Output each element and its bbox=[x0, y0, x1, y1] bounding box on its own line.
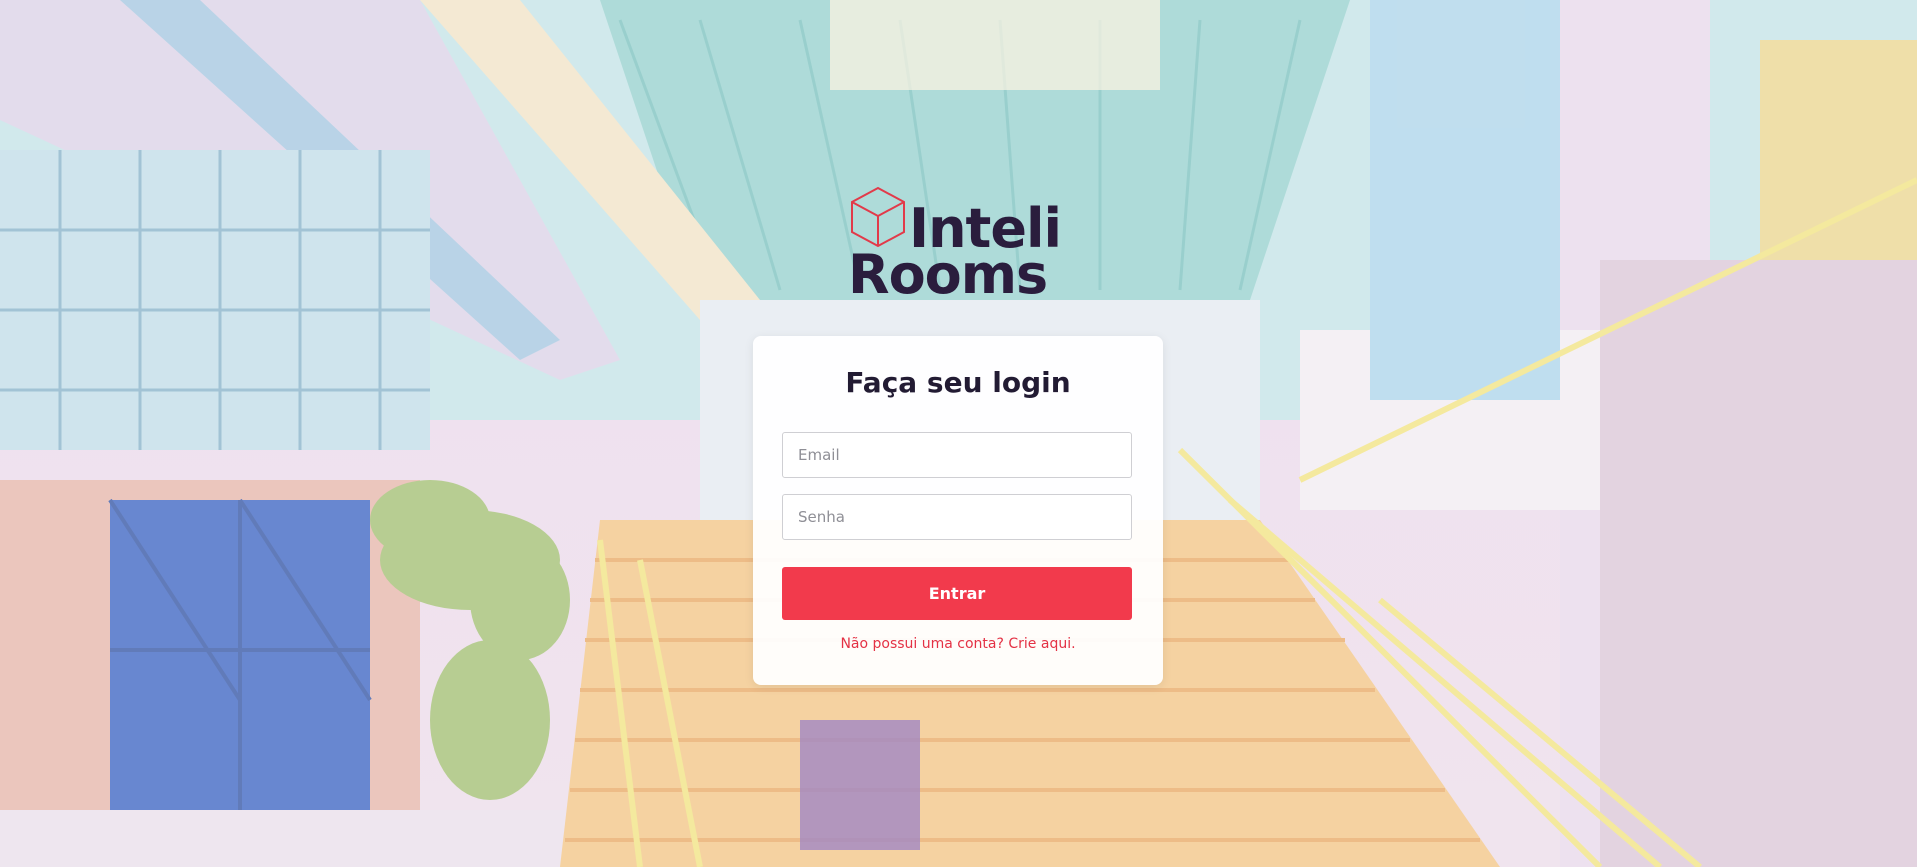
email-input[interactable] bbox=[782, 432, 1132, 478]
password-input[interactable] bbox=[782, 494, 1132, 540]
login-submit-button[interactable]: Entrar bbox=[782, 567, 1132, 620]
login-card: Faça seu login Entrar Não possui uma con… bbox=[753, 336, 1163, 685]
brand-name-line2: Rooms bbox=[848, 243, 1048, 306]
brand-logo: Inteli Rooms bbox=[848, 186, 1078, 306]
signup-link[interactable]: Não possui uma conta? Crie aqui. bbox=[753, 636, 1163, 652]
login-title: Faça seu login bbox=[845, 366, 1071, 399]
